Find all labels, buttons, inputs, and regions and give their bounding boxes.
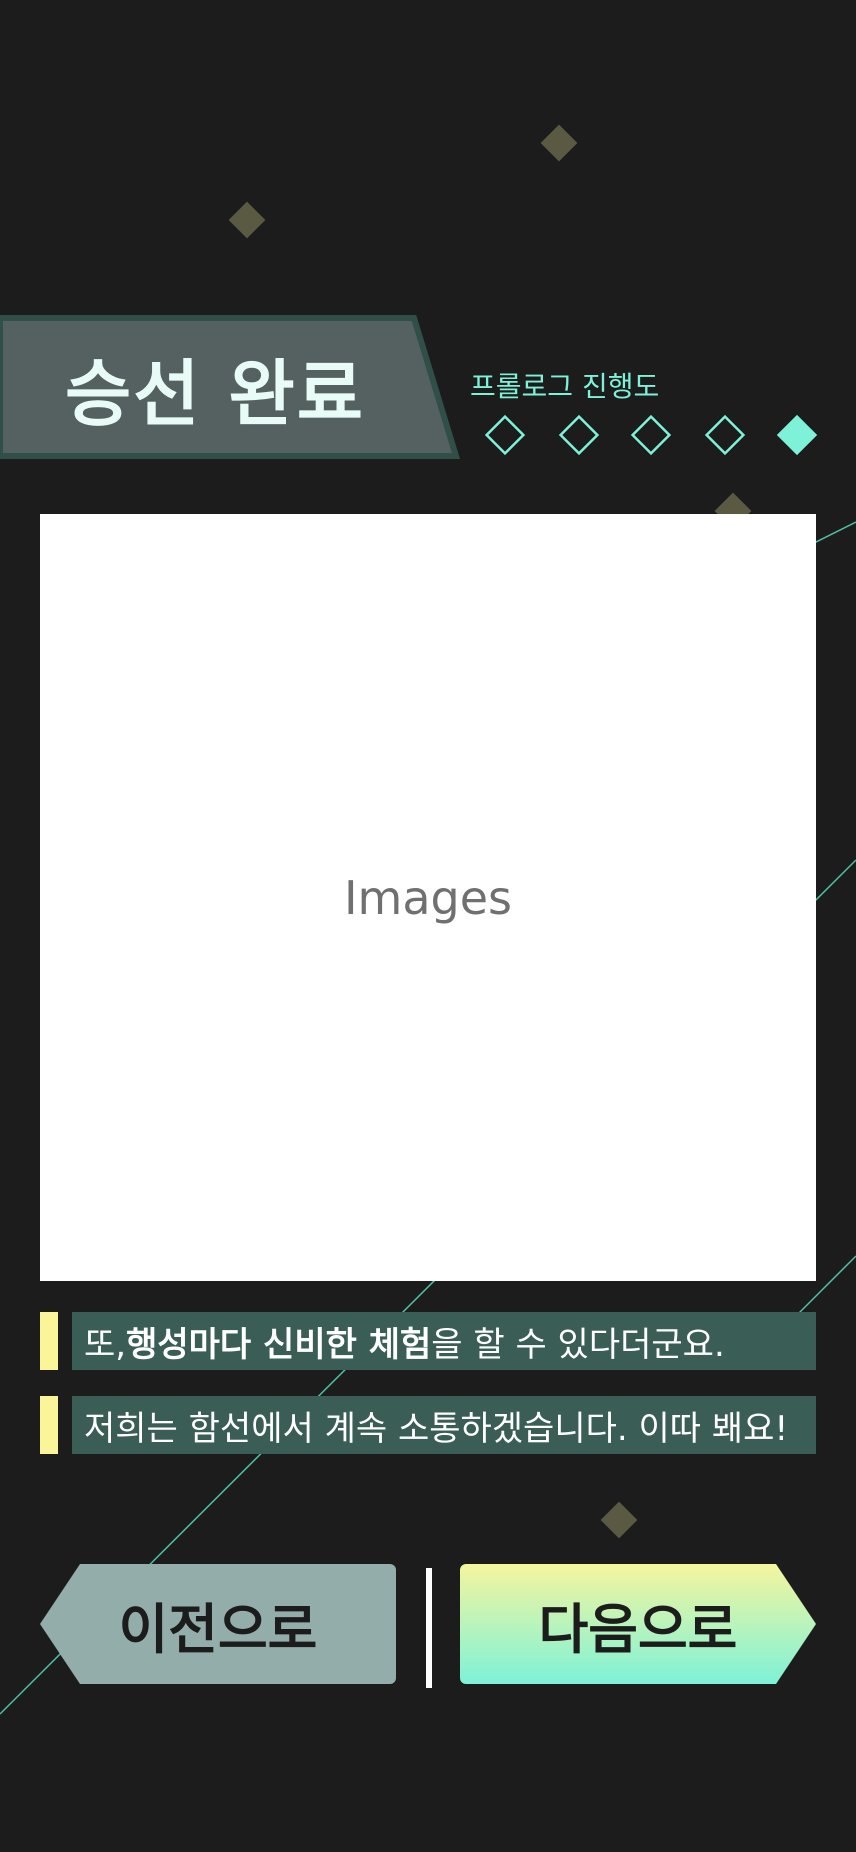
progress-step-icon	[704, 414, 746, 456]
progress-step-icon	[484, 414, 526, 456]
message-text: 또,	[84, 1324, 127, 1365]
image-label: Images	[343, 870, 513, 925]
message-text: 을 할 수 있다더군요.	[431, 1324, 725, 1365]
message-line-2: 저희는 함선에서 계속 소통하겠습니다. 이따 봬요!	[72, 1396, 816, 1454]
progress-label: 프롤로그 진행도	[470, 370, 660, 403]
diamond-icon	[540, 124, 578, 162]
message-text: 저희는 함선에서 계속 소통하겠습니다. 이따 봬요!	[84, 1408, 789, 1449]
progress-step-current-icon	[776, 414, 818, 456]
progress-step-icon	[630, 414, 672, 456]
message-marker	[40, 1312, 58, 1370]
previous-button[interactable]: 이전으로	[40, 1564, 396, 1684]
message-line-1: 또, 행성마다 신비한 체험 을 할 수 있다더군요.	[72, 1312, 816, 1370]
next-button-label: 다음으로	[538, 1597, 738, 1661]
previous-button-label: 이전으로	[118, 1597, 318, 1661]
diamond-icon	[228, 201, 266, 239]
next-button[interactable]: 다음으로	[460, 1564, 816, 1684]
page-title: 승선 완료	[64, 351, 366, 436]
image-placeholder: Images	[40, 514, 816, 1281]
diamond-icon	[600, 1501, 638, 1539]
message-marker	[40, 1396, 58, 1454]
progress-indicator	[484, 414, 818, 456]
button-divider	[426, 1568, 432, 1688]
progress-step-icon	[558, 414, 600, 456]
message-emphasis: 행성마다 신비한 체험	[126, 1324, 432, 1365]
